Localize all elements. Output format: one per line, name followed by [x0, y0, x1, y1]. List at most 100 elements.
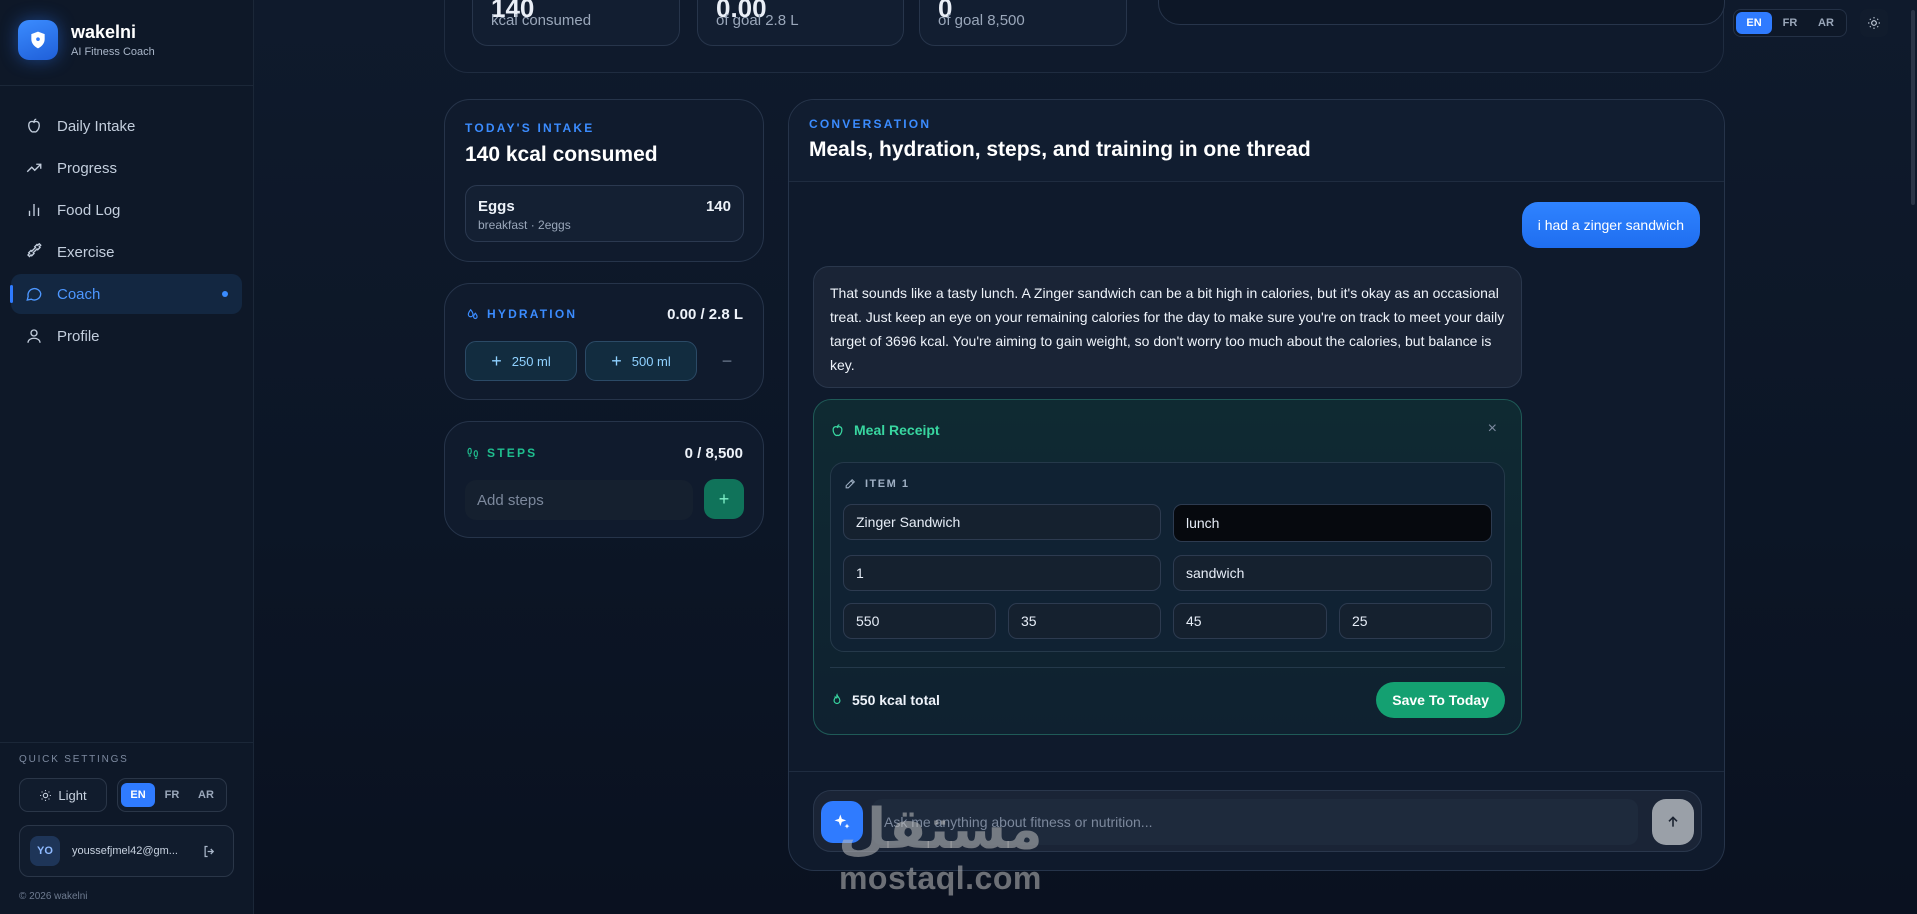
calories-field[interactable] [843, 603, 996, 639]
top-language-switcher: EN FR AR [1733, 9, 1847, 37]
quantity-field[interactable] [843, 555, 1161, 591]
section-label: STEPS [487, 446, 538, 460]
receipt-item: ITEM 1 [830, 462, 1505, 652]
composer-divider [789, 771, 1724, 772]
footprints-icon [467, 447, 478, 459]
bar-chart-icon [28, 204, 40, 216]
top-search-field[interactable] [1158, 0, 1725, 25]
lang-fr-button[interactable]: FR [155, 783, 189, 807]
avatar: YO [30, 836, 60, 866]
active-indicator-dot [222, 291, 228, 297]
top-theme-toggle[interactable] [1860, 9, 1888, 37]
nav-item-coach[interactable]: Coach [10, 274, 242, 314]
apple-icon [832, 423, 843, 436]
message-composer [813, 790, 1702, 852]
nav-item-profile[interactable]: Profile [11, 316, 242, 356]
logout-icon[interactable] [202, 844, 217, 859]
button-label: 500 ml [631, 353, 671, 369]
unit-field[interactable] [1173, 555, 1492, 591]
lang-en-button[interactable]: EN [121, 783, 155, 807]
sparkles-icon[interactable] [821, 801, 863, 843]
hydration-value: 0.00 / 2.8 L [667, 306, 743, 323]
carbs-field[interactable] [1173, 603, 1327, 639]
sun-icon [1868, 17, 1880, 29]
meal-receipt: Meal Receipt × ITEM 1 550 kcal total Sav… [813, 399, 1522, 735]
lang-ar-button[interactable]: AR [189, 783, 223, 807]
user-card: YO youssefjmel42@gm... [19, 825, 234, 877]
food-name-field[interactable] [843, 504, 1161, 540]
nav-item-daily-intake[interactable]: Daily Intake [11, 106, 242, 146]
hydration-card: HYDRATION 0.00 / 2.8 L + 250 ml + 500 ml… [444, 283, 764, 400]
flame-icon [833, 693, 841, 705]
sun-icon [40, 789, 52, 801]
meal-type-field[interactable] [1173, 504, 1492, 542]
conversation-header: CONVERSATION Meals, hydration, steps, an… [789, 100, 1724, 182]
send-button[interactable] [1652, 799, 1694, 845]
nav-label: Food Log [57, 201, 121, 219]
top-lang-en-button[interactable]: EN [1736, 12, 1772, 34]
intake-title: 140 kcal consumed [465, 143, 658, 166]
sidebar-divider [0, 85, 254, 86]
food-kcal: 140 [705, 198, 731, 215]
nav-label: Exercise [57, 243, 115, 261]
conversation-title: Meals, hydration, steps, and training in… [809, 138, 1311, 161]
chat-bubble-icon [26, 287, 42, 301]
stat-caption: of goal 2.8 L [716, 12, 799, 29]
theme-toggle-button[interactable]: Light [19, 778, 107, 812]
top-lang-fr-button[interactable]: FR [1772, 12, 1808, 34]
brand-subtitle: AI Fitness Coach [71, 46, 155, 58]
copyright: © 2026 wakelni [19, 891, 88, 902]
steps-input[interactable] [465, 480, 693, 520]
receipt-total: 550 kcal total [830, 692, 940, 708]
steps-card: STEPS 0 / 8,500 + [444, 421, 764, 538]
droplets-icon [467, 308, 478, 319]
button-label: 250 ml [511, 353, 551, 369]
pencil-icon [845, 478, 856, 489]
receipt-title: Meal Receipt [854, 422, 940, 438]
nav-item-exercise[interactable]: Exercise [11, 232, 242, 272]
dumbbell-icon [27, 243, 42, 258]
language-switcher: EN FR AR [117, 778, 227, 812]
save-to-today-button[interactable]: Save To Today [1376, 682, 1505, 718]
protein-field[interactable] [1008, 603, 1161, 639]
close-icon[interactable]: × [1488, 420, 1497, 438]
add-500ml-button[interactable]: + 500 ml [585, 341, 697, 381]
stat-caption: kcal consumed [491, 12, 592, 29]
receipt-header: Meal Receipt [830, 422, 940, 438]
trending-up-icon [26, 163, 42, 173]
section-label: TODAY'S INTAKE [465, 121, 595, 135]
section-label: CONVERSATION [809, 117, 932, 131]
nav-label: Profile [57, 327, 100, 345]
add-steps-button[interactable]: + [704, 479, 744, 519]
theme-label: Light [58, 787, 87, 803]
stat-card-calories: 140 kcal consumed [472, 0, 680, 46]
nav-item-food-log[interactable]: Food Log [11, 190, 242, 230]
top-lang-ar-button[interactable]: AR [1808, 12, 1844, 34]
todays-intake-card: TODAY'S INTAKE 140 kcal consumed Eggs br… [444, 99, 764, 262]
user-message: i had a zinger sandwich [1521, 202, 1700, 248]
sidebar: wakelni AI Fitness Coach Daily Intake Pr… [0, 0, 254, 914]
food-meta: breakfast · 2eggs [478, 218, 571, 232]
food-entry[interactable]: Eggs breakfast · 2eggs 140 [465, 185, 744, 242]
brand-name: wakelni [71, 22, 137, 42]
arrow-up-icon [1668, 816, 1678, 827]
nav-item-progress[interactable]: Progress [11, 148, 242, 188]
stat-caption: of goal 8,500 [938, 12, 1025, 29]
steps-value: 0 / 8,500 [684, 445, 743, 462]
nav-label: Coach [57, 285, 101, 303]
chat-input[interactable] [872, 799, 1638, 845]
food-name: Eggs [478, 198, 515, 215]
quick-settings-label: QUICK SETTINGS [19, 754, 129, 765]
stat-card-steps: 0 of goal 8,500 [919, 0, 1127, 46]
stat-card-hydration: 0.00 of goal 2.8 L [697, 0, 904, 46]
quick-settings-row: Light EN FR AR [19, 778, 227, 812]
receipt-divider [830, 667, 1505, 668]
scrollbar[interactable] [1911, 10, 1915, 205]
fat-field[interactable] [1339, 603, 1492, 639]
add-250ml-button[interactable]: + 250 ml [465, 341, 577, 381]
plus-icon: + [491, 350, 502, 371]
assistant-message: That sounds like a tasty lunch. A Zinger… [813, 266, 1522, 388]
remove-water-button[interactable]: − [715, 342, 739, 380]
user-email: youssefjmel42@gm... [72, 845, 178, 857]
brand[interactable]: wakelni AI Fitness Coach [18, 20, 155, 60]
